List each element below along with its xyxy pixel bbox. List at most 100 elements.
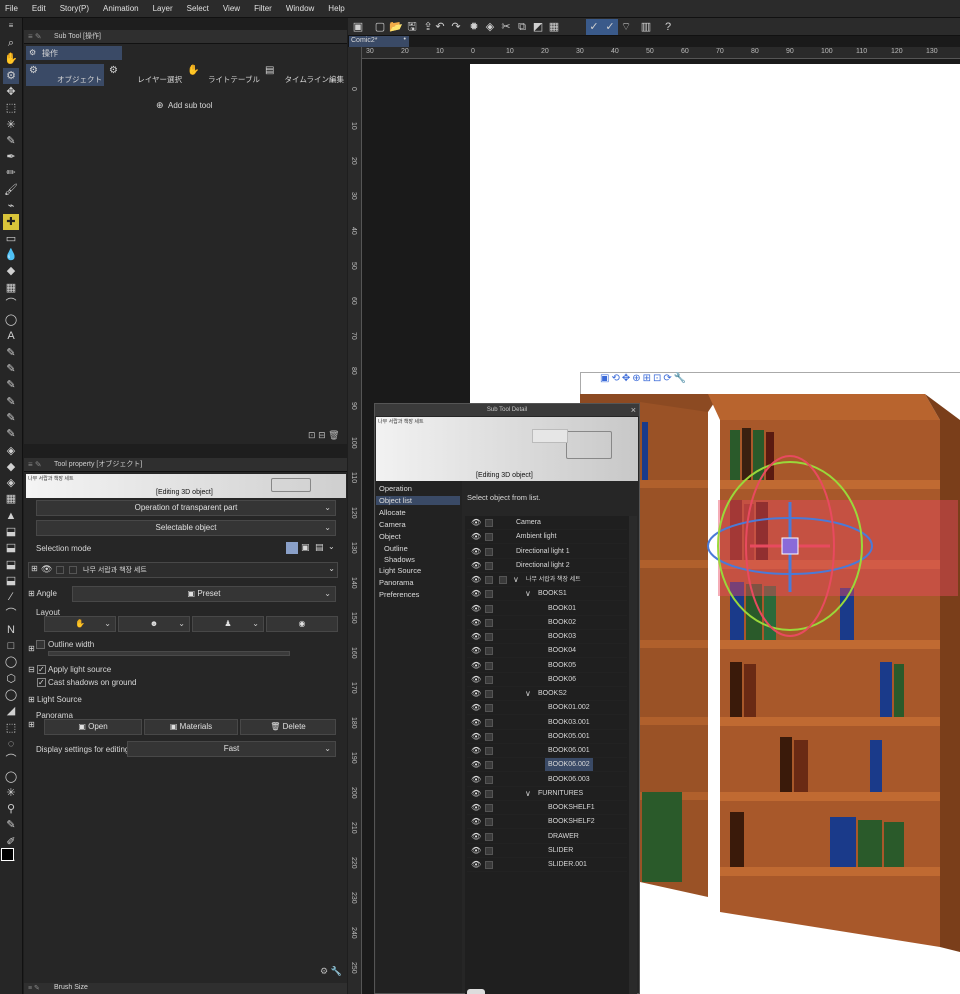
brush-icon[interactable]: 🖌 (3, 182, 19, 198)
outline-width-slider[interactable] (48, 651, 290, 656)
category-camera[interactable]: Camera (379, 520, 406, 529)
layout-head-button[interactable]: ☻ ⌄ (118, 616, 190, 632)
redo-icon[interactable]: ↷ (448, 19, 464, 35)
panorama-materials-button[interactable]: ▣ Materials (144, 719, 238, 735)
lock-checkbox[interactable] (485, 633, 493, 641)
object-list-item[interactable]: 👁 BOOKSHELF2 (467, 815, 627, 830)
object-list-item[interactable]: 👁 Directional light 1 (467, 545, 627, 559)
object-list-item[interactable]: 👁 Camera (467, 516, 627, 530)
polyline-icon[interactable]: N (3, 622, 19, 638)
loading-icon[interactable]: ✹ (466, 19, 482, 35)
move-icon[interactable]: ✥ (3, 84, 19, 100)
menu-item-select[interactable]: Select (187, 4, 209, 13)
save-icon[interactable]: ⊡ (308, 430, 316, 440)
polygon-icon[interactable]: ⬡ (3, 671, 19, 687)
lock-checkbox[interactable] (485, 846, 493, 855)
eye-icon[interactable]: 👁 (471, 587, 481, 601)
expand-icon[interactable]: ⊞ (31, 564, 38, 573)
object-list-item[interactable]: 👁 BOOK02 (467, 616, 627, 630)
pencil-icon[interactable]: ✏ (3, 165, 19, 181)
rotate-icon[interactable]: ⟲ (611, 373, 621, 384)
object-row[interactable]: ⊞ 👁 나무 서랍과 책장 세트 ⌄ (28, 562, 338, 578)
eye-icon[interactable]: 👁 (471, 559, 481, 573)
hand-icon[interactable]: ✋ (3, 51, 19, 67)
chevron-down-icon[interactable]: ∨ (525, 587, 531, 601)
panel-grip-icon[interactable]: ≡ ✎ (28, 30, 42, 44)
display-settings-select[interactable]: Fast ⌄ (127, 741, 336, 757)
blend-icon[interactable]: 💧 (3, 247, 19, 263)
ellipse-icon[interactable]: ◯ (3, 654, 19, 670)
object-list-item[interactable]: 👁 BOOK03 (467, 630, 627, 644)
pan-icon[interactable]: ✥ (622, 373, 632, 384)
lock-checkbox[interactable] (485, 519, 493, 527)
fill-icon[interactable]: ▦ (546, 19, 562, 35)
menu-item-layer[interactable]: Layer (153, 4, 173, 13)
main-color-swatch[interactable] (1, 848, 14, 861)
object-list-item[interactable]: 👁 BOOK01.002 (467, 701, 627, 716)
object-list-item[interactable]: 👁 Directional light 2 (467, 559, 627, 573)
category-shadows[interactable]: Shadows (384, 555, 415, 564)
auto-select-icon[interactable]: ✳ (3, 117, 19, 133)
settings-icon[interactable]: ⚙ (320, 966, 328, 976)
eye-icon[interactable]: 👁 (471, 673, 481, 687)
close-icon[interactable]: × (631, 404, 636, 416)
expand-icon[interactable]: ⊞ (28, 720, 35, 729)
lock-checkbox[interactable] (485, 690, 493, 698)
object-list-item[interactable]: 👁 BOOK06.001 (467, 744, 627, 758)
brush-size-tab[interactable]: ≡ ✎ Brush Size (24, 983, 347, 994)
eye-icon[interactable]: 👁 (471, 716, 481, 730)
object-list-item[interactable]: 👁 BOOK04 (467, 644, 627, 659)
panorama-delete-button[interactable]: 🗑 Delete (240, 719, 336, 735)
lock-checkbox[interactable] (485, 604, 493, 613)
outline-width-checkbox[interactable] (36, 640, 45, 649)
category-object-list[interactable]: Object list (376, 496, 460, 505)
eye-icon[interactable]: 👁 (471, 530, 481, 544)
eye-icon[interactable]: 👁 (471, 701, 481, 715)
sub-tool-light-table[interactable]: ✋ ライトテーブル (184, 64, 262, 86)
cast-shadows-checkbox[interactable]: ✓ (37, 678, 46, 687)
menu-item-storyp[interactable]: Story(P) (60, 4, 89, 13)
select-rect-icon[interactable]: ⬚ (3, 720, 19, 736)
decoration-icon[interactable]: ✚ (3, 214, 19, 231)
menu-item-animation[interactable]: Animation (103, 4, 139, 13)
transparent-part-select[interactable]: Operation of transparent part ⌄ (36, 500, 336, 516)
eye-icon[interactable]: 👁 (471, 687, 481, 701)
eye-icon[interactable]: 👁 (471, 602, 481, 616)
chevron-down-icon[interactable]: ∨ (525, 687, 531, 701)
panorama-open-button[interactable]: ▣ Open (44, 719, 142, 735)
color-swatch[interactable] (0, 848, 22, 870)
add-object-icon[interactable] (467, 989, 485, 994)
object-list-item[interactable]: 👁 BOOK05 (467, 659, 627, 673)
object-list-item[interactable]: 👁 SLIDER.001 (467, 858, 627, 872)
lock-checkbox[interactable] (485, 547, 493, 556)
copy-icon[interactable]: ⊟ (318, 430, 326, 440)
line-icon[interactable]: ∕ (3, 589, 19, 605)
lock-checkbox[interactable] (485, 804, 493, 812)
lasso-icon[interactable]: ◌ (3, 736, 19, 752)
snap-icon[interactable]: ⌔ (618, 19, 634, 35)
lock-checkbox[interactable] (485, 818, 493, 827)
lock-checkbox[interactable] (485, 775, 493, 784)
undo-icon[interactable]: ↶ (432, 19, 448, 35)
menu-item-view[interactable]: View (223, 4, 240, 13)
mode-add-icon[interactable]: ▣ (301, 542, 310, 553)
new-icon[interactable]: ▢ (372, 19, 388, 35)
zoom-icon[interactable]: ⌕ (3, 35, 19, 51)
circle-icon[interactable]: ◯ (3, 312, 19, 328)
layout-hand-button[interactable]: ✋ ⌄ (44, 616, 116, 632)
ellipse2-icon[interactable]: ◯ (3, 687, 19, 703)
select-checkbox[interactable] (499, 576, 507, 584)
fill-bucket-icon[interactable]: ◈ (3, 443, 19, 459)
pin-icon[interactable]: ⬓ (3, 573, 19, 589)
stamp3-icon[interactable]: ⬓ (3, 557, 19, 573)
canvas-icon[interactable]: ▣ (350, 19, 366, 35)
square-icon[interactable]: □ (3, 638, 19, 654)
wedge-icon[interactable]: ◢ (3, 703, 19, 719)
lock-checkbox[interactable] (485, 789, 493, 798)
transform-icon[interactable]: ◈ (482, 19, 498, 35)
gradient2-icon[interactable]: ▦ (3, 491, 19, 507)
eyedropper-icon[interactable]: ✎ (3, 133, 19, 149)
fill-bucket2-icon[interactable]: ◆ (3, 459, 19, 475)
flask-icon[interactable]: ▲ (3, 508, 19, 524)
layout-reset-button[interactable]: ◉ (266, 616, 338, 632)
